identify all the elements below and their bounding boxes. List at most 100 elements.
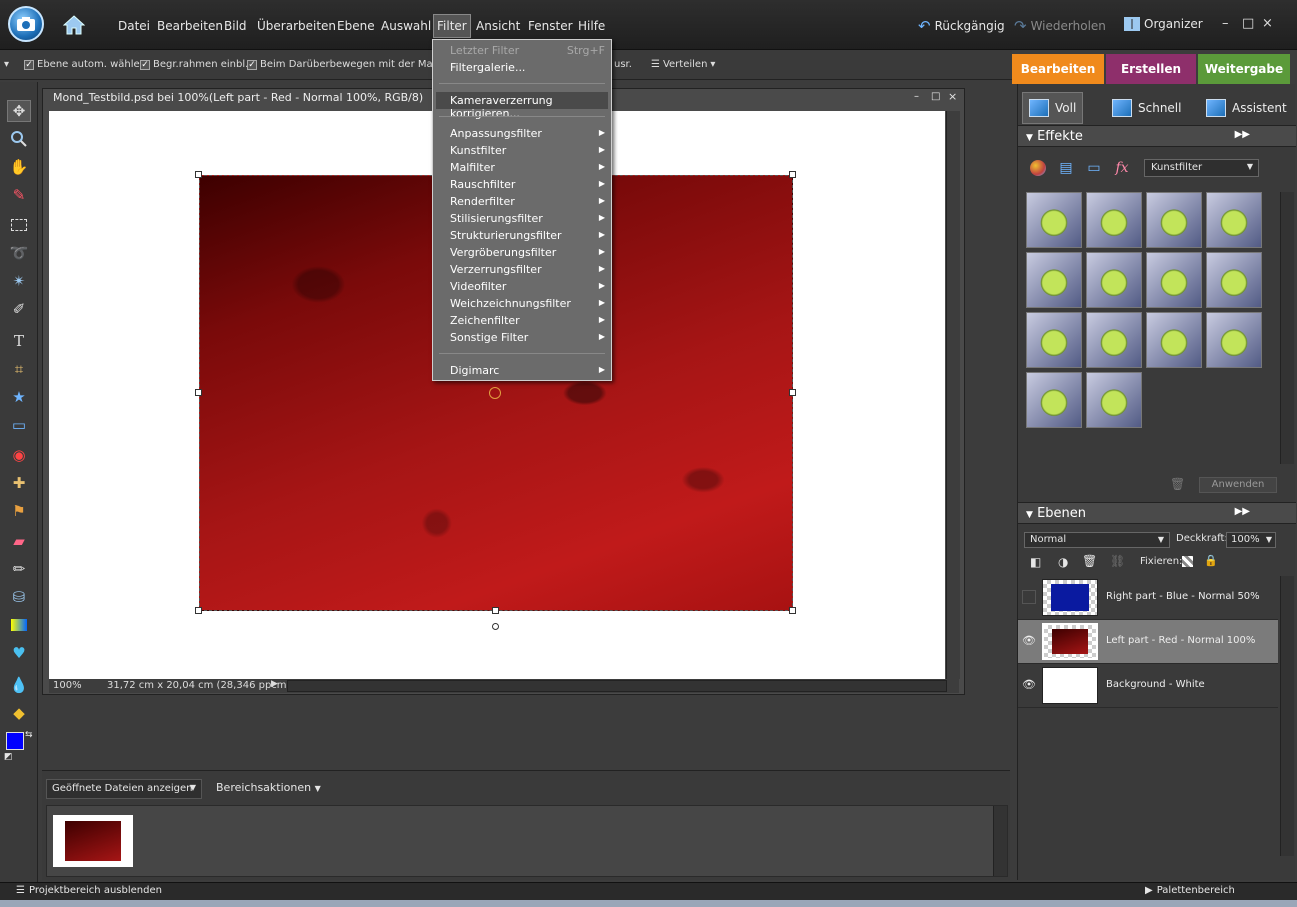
effect-thumbnail[interactable]: [1026, 192, 1082, 248]
layer-row-blue[interactable]: Right part - Blue - Normal 50%: [1018, 576, 1278, 620]
menu-submenu-item[interactable]: Malfilter ▶: [450, 161, 605, 174]
menu-camera-distortion[interactable]: Kameraverzerrung korrigieren...: [436, 92, 608, 120]
effect-thumbnail[interactable]: [1086, 312, 1142, 368]
foreground-color-swatch[interactable]: [6, 732, 24, 750]
default-colors-icon[interactable]: ◩: [4, 752, 13, 762]
transform-handle[interactable]: [195, 171, 202, 178]
paint-bucket-icon[interactable]: ⛁: [7, 586, 31, 608]
options-menu-icon[interactable]: ▾: [4, 59, 9, 70]
lock-transparency-icon[interactable]: [1182, 556, 1193, 567]
doc-close-button[interactable]: ×: [948, 90, 957, 103]
fx-icon[interactable]: fx: [1112, 158, 1132, 178]
menu-submenu-item[interactable]: Strukturierungsfilter ▶: [450, 229, 605, 242]
maximize-button[interactable]: □: [1242, 16, 1254, 31]
apply-button[interactable]: Anwenden: [1199, 477, 1277, 493]
doc-maximize-button[interactable]: □: [931, 91, 940, 102]
undo-button[interactable]: ↶ Rückgängig: [918, 17, 1005, 35]
tab-bearbeiten[interactable]: Bearbeiten: [1012, 54, 1104, 84]
link-layers-icon[interactable]: ⛓: [1110, 554, 1125, 568]
redo-button[interactable]: ↷ Wiederholen: [1014, 17, 1106, 35]
tab-erstellen[interactable]: Erstellen: [1106, 54, 1196, 84]
lasso-tool-icon[interactable]: ➰: [7, 242, 31, 264]
effect-thumbnail[interactable]: [1206, 252, 1262, 308]
menu-ueberarbeiten[interactable]: Überarbeiten: [254, 18, 339, 34]
bin-actions-menu[interactable]: Bereichsaktionen ▼: [216, 781, 321, 794]
transform-handle[interactable]: [789, 389, 796, 396]
menu-submenu-item[interactable]: Verzerrungsfilter ▶: [450, 263, 605, 276]
photo-effects-icon[interactable]: ▭: [1084, 158, 1104, 178]
menu-submenu-item[interactable]: Vergröberungsfilter ▶: [450, 246, 605, 259]
close-button[interactable]: ×: [1262, 16, 1273, 31]
mode-assistent[interactable]: Assistent: [1206, 92, 1287, 124]
menu-ansicht[interactable]: Ansicht: [473, 18, 523, 34]
effect-thumbnail[interactable]: [1146, 312, 1202, 368]
effect-thumbnail[interactable]: [1086, 192, 1142, 248]
effect-thumbnail[interactable]: [1086, 372, 1142, 428]
menu-submenu-item[interactable]: Weichzeichnungsfilter ▶: [450, 297, 605, 310]
transform-handle[interactable]: [492, 607, 499, 614]
auto-select-checkbox[interactable]: ✓ Ebene autom. wählen: [24, 59, 146, 70]
effects-category-dropdown[interactable]: Kunstfilter ▼: [1144, 159, 1259, 177]
menu-submenu-item[interactable]: Videofilter ▶: [450, 280, 605, 293]
menu-submenu-item[interactable]: Anpassungsfilter ▶: [450, 127, 605, 140]
rotate-handle[interactable]: [492, 623, 499, 630]
new-layer-icon[interactable]: ◧: [1030, 555, 1041, 569]
minimize-button[interactable]: –: [1222, 16, 1229, 31]
healing-brush-icon[interactable]: ✚: [7, 472, 31, 494]
red-eye-icon[interactable]: ◉: [7, 444, 31, 466]
effect-thumbnail[interactable]: [1206, 312, 1262, 368]
magic-wand-icon[interactable]: ✴: [7, 270, 31, 292]
lock-all-icon[interactable]: 🔒: [1204, 554, 1218, 567]
trash-icon[interactable]: 🗑: [1170, 477, 1185, 491]
layers-panel-header[interactable]: ▼ Ebenen ▶▶: [1018, 502, 1296, 524]
menu-filter-gallery[interactable]: Filtergalerie...: [450, 61, 605, 74]
effects-panel-header[interactable]: ▼ Effekte ▶▶: [1018, 125, 1296, 147]
panel-menu-icon[interactable]: ▶▶: [1235, 129, 1250, 140]
zoom-tool-icon[interactable]: [7, 128, 31, 150]
effects-scrollbar[interactable]: [1280, 192, 1294, 464]
straighten-tool-icon[interactable]: ▭: [7, 414, 31, 436]
menu-submenu-item[interactable]: Rauschfilter ▶: [450, 178, 605, 191]
swap-colors-icon[interactable]: ⇆: [25, 730, 33, 740]
effect-thumbnail[interactable]: [1026, 372, 1082, 428]
palette-bin-button[interactable]: ▶ Palettenbereich: [1145, 885, 1235, 896]
layers-scrollbar[interactable]: [1280, 576, 1294, 856]
open-files-dropdown[interactable]: Geöffnete Dateien anzeigen ▼: [46, 779, 202, 799]
effect-thumbnail[interactable]: [1146, 192, 1202, 248]
distribute-dropdown[interactable]: ☰ Verteilen ▾: [651, 59, 715, 70]
bounding-box-checkbox[interactable]: ✓ Begr.rahmen einbl.: [140, 59, 248, 70]
selection-brush-icon[interactable]: ✐: [7, 298, 31, 320]
document-thumbnail[interactable]: [53, 815, 133, 867]
hide-project-bin-button[interactable]: ☰ Projektbereich ausblenden: [16, 885, 162, 896]
hover-checkbox[interactable]: ✓ Beim Darüberbewegen mit der Maus he: [247, 59, 460, 70]
effect-thumbnail[interactable]: [1026, 252, 1082, 308]
eye-icon[interactable]: 👁: [1022, 634, 1036, 648]
menu-bearbeiten[interactable]: Bearbeiten: [154, 18, 226, 34]
menu-submenu-item[interactable]: Zeichenfilter ▶: [450, 314, 605, 327]
transform-handle[interactable]: [789, 171, 796, 178]
mode-voll[interactable]: Voll: [1022, 92, 1084, 124]
organizer-button[interactable]: Organizer: [1124, 17, 1203, 31]
blend-mode-dropdown[interactable]: Normal ▼: [1024, 532, 1170, 548]
layer-styles-icon[interactable]: ▤: [1056, 158, 1076, 178]
menu-filter[interactable]: Filter: [433, 14, 471, 38]
menu-submenu-item[interactable]: Sonstige Filter ▶: [450, 331, 605, 344]
home-icon[interactable]: [58, 10, 90, 40]
reference-point-icon[interactable]: [489, 387, 501, 399]
delete-layer-icon[interactable]: 🗑: [1082, 554, 1097, 568]
menu-digimarc[interactable]: Digimarc ▶: [450, 364, 605, 377]
horizontal-scrollbar[interactable]: [287, 680, 947, 692]
hand-tool-icon[interactable]: ✋: [7, 156, 31, 178]
eyedropper-icon[interactable]: ✎: [7, 184, 31, 206]
sponge-tool-icon[interactable]: ◆: [7, 702, 31, 724]
menu-fenster[interactable]: Fenster: [525, 18, 576, 34]
marquee-tool-icon[interactable]: [7, 214, 31, 236]
doc-minimize-button[interactable]: –: [914, 91, 919, 102]
clone-stamp-icon[interactable]: ⚑: [7, 500, 31, 522]
zoom-level[interactable]: 100%: [53, 680, 82, 691]
menu-hilfe[interactable]: Hilfe: [575, 18, 608, 34]
mode-schnell[interactable]: Schnell: [1112, 92, 1181, 124]
effect-thumbnail[interactable]: [1026, 312, 1082, 368]
text-tool-icon[interactable]: T: [7, 330, 31, 352]
transform-handle[interactable]: [195, 389, 202, 396]
